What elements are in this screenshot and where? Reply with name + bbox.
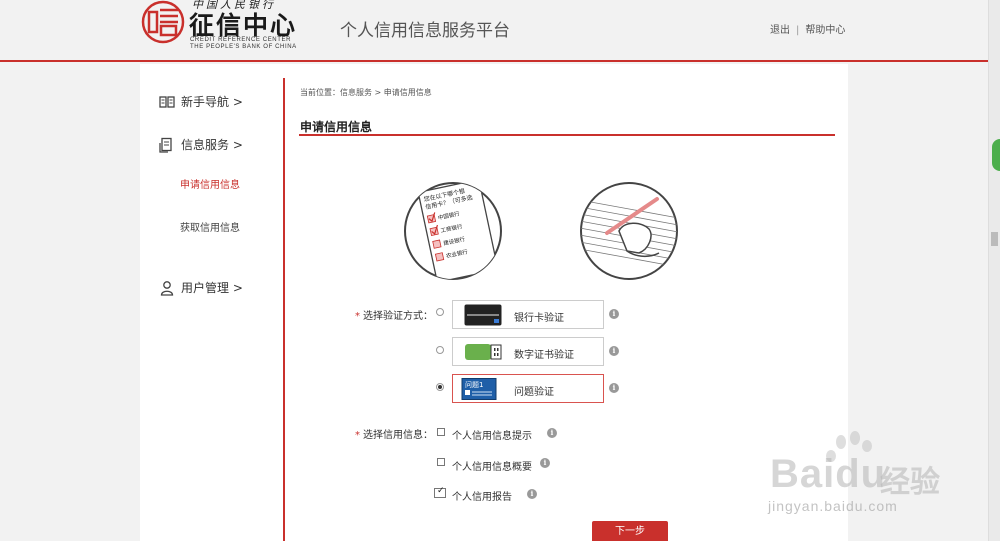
credit-report-label: 个人信用报告 xyxy=(452,492,512,503)
watermark-brand-tail: du xyxy=(835,452,887,496)
option-label: 问题验证 xyxy=(514,387,554,398)
option-label: 银行卡验证 xyxy=(514,313,564,324)
logout-link[interactable]: 退出 xyxy=(770,25,790,36)
info-icon[interactable]: i xyxy=(609,383,619,393)
sidebar-item-guide[interactable]: 新手导航 > xyxy=(159,93,243,110)
credit-info-summary-checkbox[interactable] xyxy=(437,458,445,466)
credit-report-checkbox[interactable] xyxy=(434,486,446,498)
verify-method-label: * 选择验证方式： xyxy=(355,307,433,322)
verify-digital-cert-radio[interactable] xyxy=(436,346,444,354)
document-icon xyxy=(159,137,172,153)
option-label: 数字证书验证 xyxy=(514,350,574,361)
sidebar-divider xyxy=(283,78,285,541)
header: 中国人民银行 征信中心 CREDIT REFERENCE CENTER THE … xyxy=(0,0,988,62)
page-title: 申请信用信息 xyxy=(300,120,373,134)
platform-title: 个人信用信息服务平台 xyxy=(340,21,510,41)
help-center-link[interactable]: 帮助中心 xyxy=(805,25,845,36)
required-mark: * xyxy=(355,430,360,441)
credit-info-label-text: 选择信用信息： xyxy=(363,430,433,441)
title-underline xyxy=(299,134,835,136)
scrollbar-thumb[interactable] xyxy=(991,232,998,246)
verify-bank-card-radio[interactable] xyxy=(436,308,444,316)
watermark-cn: 经验 xyxy=(880,465,940,500)
verify-option-digital-cert[interactable]: 数字证书验证 xyxy=(452,337,604,366)
info-icon[interactable]: i xyxy=(547,428,557,438)
sidebar-item-label: 信息服务 > xyxy=(181,138,243,152)
page-content: 新手导航 > 信息服务 > 申请信用信息 获取信用信息 用户管理 > 当前位置：… xyxy=(140,64,848,541)
sidebar-item-user-management[interactable]: 用户管理 > xyxy=(159,279,243,296)
logo-english-line1: CREDIT REFERENCE CENTER xyxy=(190,37,292,43)
info-icon[interactable]: i xyxy=(527,489,537,499)
credit-info-label: * 选择信用信息： xyxy=(355,426,433,441)
verify-option-bank-card[interactable]: 银行卡验证 xyxy=(452,300,604,329)
sidebar-subitem-apply-credit[interactable]: 申请信用信息 xyxy=(180,176,240,191)
question-card-text: 问题1 xyxy=(465,381,483,389)
info-icon[interactable]: i xyxy=(609,309,619,319)
credit-info-hint-label: 个人信用信息提示 xyxy=(452,431,532,442)
verify-option-question[interactable]: 问题1 问题验证 xyxy=(452,374,604,403)
info-icon[interactable]: i xyxy=(540,458,550,468)
credit-center-seal-logo xyxy=(141,0,185,44)
user-icon xyxy=(160,280,174,296)
link-separator: | xyxy=(796,25,800,36)
credit-info-summary-label: 个人信用信息概要 xyxy=(452,462,532,473)
writing-illustration xyxy=(580,182,678,280)
credit-info-hint-checkbox[interactable] xyxy=(437,428,445,436)
sidebar-item-info-service[interactable]: 信息服务 > xyxy=(159,136,243,153)
logo-english-line2: THE PEOPLE'S BANK OF CHINA xyxy=(190,44,297,50)
sidebar-subitem-get-credit[interactable]: 获取信用信息 xyxy=(180,219,240,234)
vertical-scrollbar[interactable] xyxy=(988,0,1000,541)
sidebar-item-label: 新手导航 > xyxy=(181,95,243,109)
watermark-url: jingyan.baidu.com xyxy=(768,498,898,514)
next-step-button[interactable]: 下一步 xyxy=(592,521,668,541)
info-icon[interactable]: i xyxy=(609,346,619,356)
verify-question-radio[interactable] xyxy=(436,383,444,391)
breadcrumb: 当前位置：信息服务 > 申请信用信息 xyxy=(300,88,432,97)
sidebar-item-label: 用户管理 > xyxy=(181,281,243,295)
bank-card-icon xyxy=(464,304,502,326)
sidebar: 新手导航 > 信息服务 > 申请信用信息 获取信用信息 用户管理 > xyxy=(140,64,284,541)
watermark-brand: Baidu xyxy=(770,452,886,497)
questionnaire-illustration: 您在以下哪个银 信用卡？（可多选 中国银行 工商银行 建设银行 农业银行 xyxy=(404,182,502,280)
usb-key-icon xyxy=(465,344,502,360)
question-card-icon: 问题1 xyxy=(461,378,497,400)
required-mark: * xyxy=(355,311,360,322)
book-icon xyxy=(159,95,175,108)
top-links: 退出 | 帮助中心 xyxy=(770,21,845,36)
verify-method-label-text: 选择验证方式： xyxy=(363,311,433,322)
floating-green-tab[interactable] xyxy=(992,139,1000,171)
watermark-brand-head: Bai xyxy=(770,452,836,496)
